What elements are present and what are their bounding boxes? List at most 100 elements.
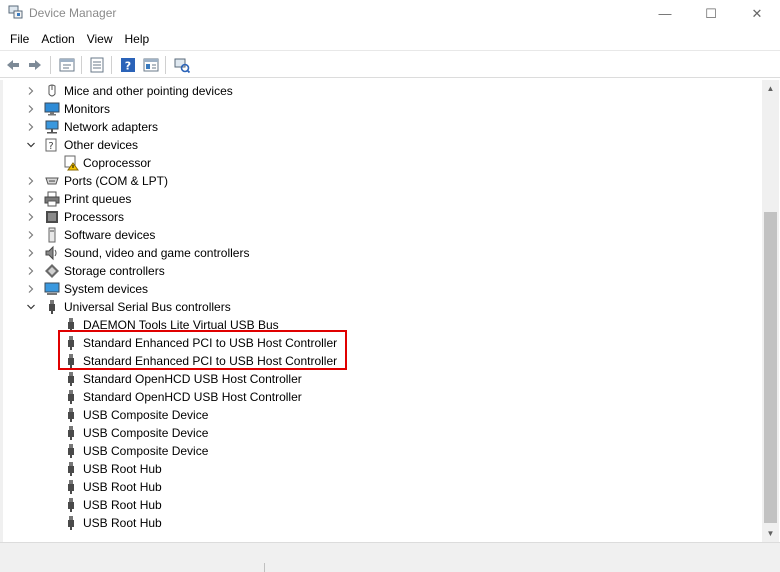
- tree-item[interactable]: Network adapters: [44, 118, 158, 136]
- menu-file[interactable]: File: [4, 30, 35, 48]
- monitor-icon: [44, 101, 64, 117]
- usb-plug-icon: [63, 407, 83, 423]
- scan-hardware-icon[interactable]: [173, 56, 191, 74]
- expand-chevron-right-icon[interactable]: [25, 172, 37, 190]
- system-device-icon: [44, 281, 64, 297]
- tree-item-label: Monitors: [64, 102, 111, 116]
- toolbar-separator: [165, 56, 166, 74]
- menu-view[interactable]: View: [81, 30, 119, 48]
- device-manager-icon: [8, 4, 24, 20]
- tree-item[interactable]: Standard Enhanced PCI to USB Host Contro…: [63, 352, 337, 370]
- usb-plug-icon: [63, 371, 83, 387]
- usb-plug-icon: [63, 479, 83, 495]
- processor-icon: [44, 209, 64, 225]
- tree-item[interactable]: Universal Serial Bus controllers: [44, 298, 231, 316]
- tree-item-label: Software devices: [64, 228, 156, 242]
- tree-item[interactable]: Standard OpenHCD USB Host Controller: [63, 388, 302, 406]
- mouse-icon: [44, 83, 64, 99]
- maximize-button[interactable]: ☐: [688, 0, 734, 27]
- tree-item[interactable]: Monitors: [44, 100, 110, 118]
- menu-action[interactable]: Action: [35, 30, 80, 48]
- tree-item[interactable]: USB Composite Device: [63, 424, 208, 442]
- title-bar: Device Manager — ☐ ✕: [0, 0, 780, 27]
- tree-item[interactable]: Mice and other pointing devices: [44, 82, 233, 100]
- details-icon[interactable]: [142, 56, 160, 74]
- tree-item[interactable]: USB Composite Device: [63, 442, 208, 460]
- tree-item[interactable]: Software devices: [44, 226, 155, 244]
- tree-item[interactable]: USB Root Hub: [63, 496, 162, 514]
- network-icon: [44, 119, 64, 135]
- usb-plug-icon: [63, 425, 83, 441]
- expand-chevron-right-icon[interactable]: [25, 208, 37, 226]
- tree-item-label: USB Root Hub: [83, 516, 162, 530]
- svg-text:?: ?: [48, 141, 53, 152]
- expand-chevron-right-icon[interactable]: [25, 226, 37, 244]
- scroll-down-arrow-icon[interactable]: ▼: [762, 525, 779, 542]
- help-icon[interactable]: ?: [119, 56, 137, 74]
- toolbar-separator: [111, 56, 112, 74]
- list-view-icon[interactable]: [88, 56, 106, 74]
- tree-item[interactable]: Print queues: [44, 190, 131, 208]
- menu-help[interactable]: Help: [119, 30, 156, 48]
- speaker-icon: [44, 245, 64, 261]
- tree-item-label: Processors: [64, 210, 125, 224]
- tree-item[interactable]: Ports (COM & LPT): [44, 172, 168, 190]
- warning-device-icon: [63, 155, 83, 171]
- expand-chevron-right-icon[interactable]: [25, 280, 37, 298]
- tree-item-label: USB Root Hub: [83, 498, 162, 512]
- window-title: Device Manager: [29, 6, 117, 20]
- tree-item[interactable]: USB Composite Device: [63, 406, 208, 424]
- expand-chevron-right-icon[interactable]: [25, 100, 37, 118]
- tree-item[interactable]: USB Root Hub: [63, 478, 162, 496]
- vertical-scrollbar[interactable]: ▲ ▼: [762, 80, 779, 542]
- tree-item[interactable]: Processors: [44, 208, 124, 226]
- tree-item[interactable]: Coprocessor: [63, 154, 151, 172]
- usb-plug-icon: [63, 317, 83, 333]
- software-device-icon: [44, 227, 64, 243]
- tree-item-label: Ports (COM & LPT): [64, 174, 169, 188]
- close-button[interactable]: ✕: [734, 0, 780, 27]
- expand-chevron-right-icon[interactable]: [25, 118, 37, 136]
- tree-item-label: Sound, video and game controllers: [64, 246, 250, 260]
- tree-item[interactable]: Sound, video and game controllers: [44, 244, 249, 262]
- expand-chevron-down-icon[interactable]: [25, 298, 37, 316]
- tree-item-label: Network adapters: [64, 120, 159, 134]
- expand-chevron-right-icon[interactable]: [25, 244, 37, 262]
- expand-chevron-right-icon[interactable]: [25, 82, 37, 100]
- printer-icon: [44, 191, 64, 207]
- tree-item[interactable]: ? Other devices: [44, 136, 138, 154]
- usb-plug-icon: [63, 389, 83, 405]
- storage-icon: [44, 263, 64, 279]
- expand-chevron-down-icon[interactable]: [25, 136, 37, 154]
- tree-item-label: USB Composite Device: [83, 444, 209, 458]
- tree-item[interactable]: Storage controllers: [44, 262, 165, 280]
- scroll-up-arrow-icon[interactable]: ▲: [762, 80, 779, 97]
- tree-item[interactable]: Standard Enhanced PCI to USB Host Contro…: [63, 334, 337, 352]
- tree-item-label: DAEMON Tools Lite Virtual USB Bus: [83, 318, 279, 332]
- tree-item-label: USB Composite Device: [83, 408, 209, 422]
- properties-icon[interactable]: [58, 56, 76, 74]
- menu-bar: File Action View Help: [0, 28, 780, 50]
- tree-item[interactable]: DAEMON Tools Lite Virtual USB Bus: [63, 316, 279, 334]
- back-arrow-icon[interactable]: [4, 56, 22, 74]
- scrollbar-thumb[interactable]: [764, 212, 777, 523]
- tree-item[interactable]: USB Root Hub: [63, 514, 162, 532]
- expand-chevron-right-icon[interactable]: [25, 190, 37, 208]
- status-divider: [264, 563, 265, 572]
- tree-item-label: USB Composite Device: [83, 426, 209, 440]
- tree-item-label: Standard OpenHCD USB Host Controller: [83, 372, 302, 386]
- tree-item-label: USB Root Hub: [83, 480, 162, 494]
- toolbar-separator: [50, 56, 51, 74]
- svg-text:?: ?: [125, 60, 131, 73]
- tree-item[interactable]: System devices: [44, 280, 148, 298]
- tree-item-label: Coprocessor: [83, 156, 152, 170]
- tree-item[interactable]: Standard OpenHCD USB Host Controller: [63, 370, 302, 388]
- forward-arrow-icon[interactable]: [26, 56, 44, 74]
- minimize-button[interactable]: —: [642, 0, 688, 27]
- tree-item-label: Universal Serial Bus controllers: [64, 300, 231, 314]
- tree-item-label: System devices: [64, 282, 149, 296]
- tree-item-label: Standard OpenHCD USB Host Controller: [83, 390, 302, 404]
- tree-item[interactable]: USB Root Hub: [63, 460, 162, 478]
- device-tree: Mice and other pointing devices Monitors N…: [0, 80, 762, 542]
- expand-chevron-right-icon[interactable]: [25, 262, 37, 280]
